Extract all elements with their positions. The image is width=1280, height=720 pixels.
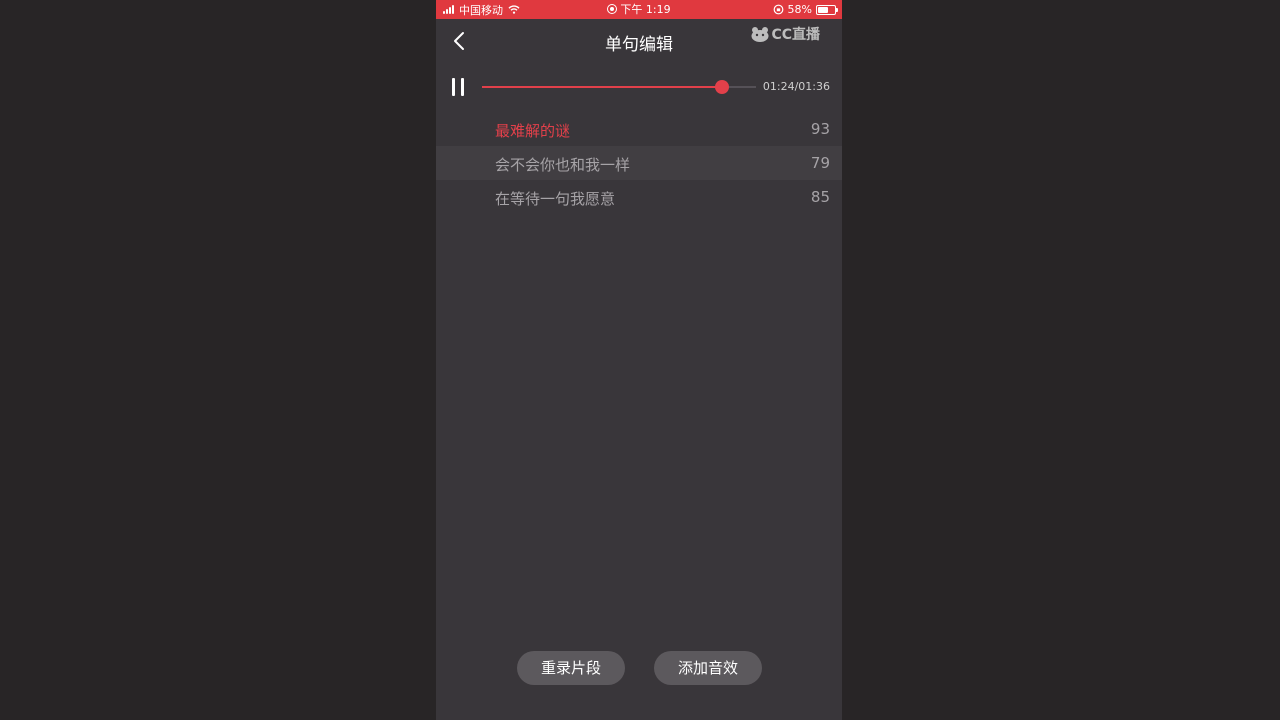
lyric-row[interactable]: 会不会你也和我一样 79 xyxy=(436,146,842,180)
lyric-score: 85 xyxy=(810,188,830,206)
lyric-row[interactable]: 最难解的谜 93 xyxy=(436,112,842,146)
cc-mascot-icon xyxy=(751,27,769,42)
logo-text: CC直播 xyxy=(771,27,820,43)
lyrics-list: 最难解的谜 93 会不会你也和我一样 79 在等待一句我愿意 85 xyxy=(436,112,842,214)
progress-played xyxy=(482,86,722,88)
battery-fill xyxy=(818,6,829,13)
progress-track[interactable] xyxy=(482,80,756,94)
lyric-text: 会不会你也和我一样 xyxy=(495,156,631,174)
clock: 下午 1:19 xyxy=(620,3,671,16)
rerecord-button[interactable]: 重录片段 xyxy=(517,651,625,685)
rotation-lock-icon xyxy=(773,4,783,15)
lyric-text: 在等待一句我愿意 xyxy=(495,190,616,208)
phone-screen: 中国移动 下午 1:19 58% 单句编辑 CC直播 01:24/01:36 最… xyxy=(436,0,842,720)
lyric-score: 93 xyxy=(810,120,830,138)
lyric-row[interactable]: 在等待一句我愿意 85 xyxy=(436,180,842,214)
screen-record-icon xyxy=(607,4,618,14)
add-effect-button[interactable]: 添加音效 xyxy=(654,651,762,685)
pause-button[interactable] xyxy=(452,78,466,96)
lyric-score: 79 xyxy=(810,154,830,172)
battery-percent: 58% xyxy=(787,3,812,16)
lyric-text: 最难解的谜 xyxy=(495,122,571,140)
progress-knob[interactable] xyxy=(714,80,729,94)
battery-icon xyxy=(816,4,838,15)
pause-icon xyxy=(452,78,455,96)
status-bar: 中国移动 下午 1:19 58% xyxy=(436,0,842,19)
nav-bar: 单句编辑 CC直播 xyxy=(436,19,842,63)
status-right: 58% xyxy=(773,2,838,17)
time-display: 01:24/01:36 xyxy=(762,80,830,93)
cc-logo: CC直播 xyxy=(751,24,820,44)
playback-bar: 01:24/01:36 xyxy=(436,72,842,102)
